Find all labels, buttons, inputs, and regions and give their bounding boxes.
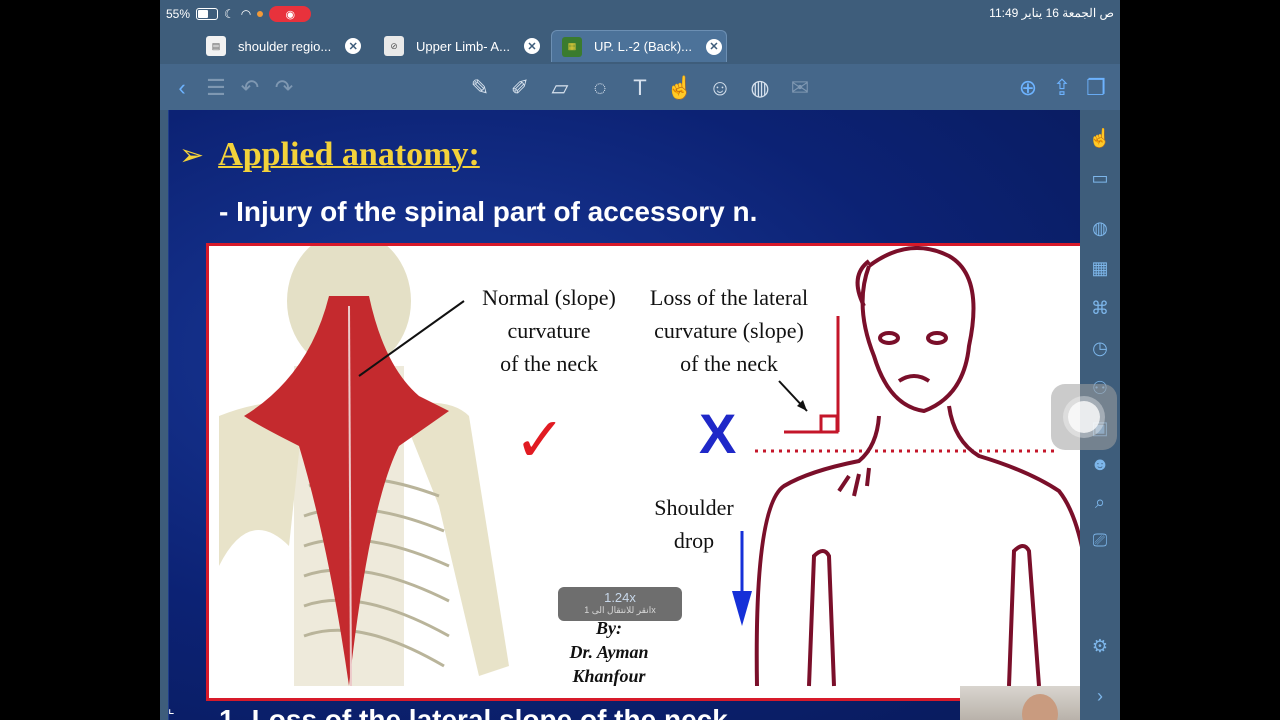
redo-icon[interactable]: ↷ — [270, 74, 298, 102]
screen-recording-indicator[interactable]: ◉ — [269, 6, 312, 22]
wifi-icon: ◠ — [240, 7, 252, 21]
shoulder-drop-label: Shoulder drop — [654, 495, 734, 553]
slide-canvas[interactable]: ➢ Applied anatomy: - Injury of the spina… — [168, 110, 1081, 720]
webcam-overlay — [960, 686, 1080, 720]
tab-up-l2-back[interactable]: ▦ UP. L.-2 (Back)... ✕ — [551, 30, 727, 62]
anatomy-figure: ✓ X Normal (slope) curvature of the neck… — [206, 243, 1081, 701]
assistive-touch-button[interactable] — [1051, 384, 1117, 450]
zoom-indicator[interactable]: 1.24x انقر للانتقال الى 1x — [558, 587, 682, 621]
presenter-face — [1022, 694, 1058, 720]
robot-icon[interactable]: ☻ — [1088, 452, 1112, 476]
chevron-right-icon[interactable]: › — [1088, 684, 1112, 708]
calculator-icon[interactable]: ▦ — [1088, 256, 1112, 280]
moon-icon: ☾ — [224, 7, 235, 21]
bookmark-icon[interactable]: ⌘ — [1088, 296, 1112, 320]
privacy-dot-icon — [257, 11, 264, 17]
settings-icon[interactable]: ⚙ — [1088, 634, 1112, 658]
lasso-icon[interactable]: ◌ — [586, 74, 614, 102]
timer-icon[interactable]: ◷ — [1088, 336, 1112, 360]
microphone-icon[interactable]: ◍ — [1088, 216, 1112, 240]
tab-title: UP. L.-2 (Back)... — [594, 39, 693, 54]
share-icon[interactable]: ⇪ — [1048, 74, 1076, 102]
presentation-icon[interactable]: ⎚ — [1088, 528, 1112, 552]
assistive-touch-icon — [1068, 401, 1100, 433]
ipad-screen: 55% ☾ ◠ ◉ 11:49 ص الجمعة 16 يناير ▤ shou… — [160, 0, 1120, 720]
clock-date: 11:49 ص الجمعة 16 يناير — [989, 6, 1114, 20]
microphone-icon[interactable]: ◍ — [746, 74, 774, 102]
bullet-arrow-icon: ➢ — [179, 138, 205, 172]
search-icon[interactable]: ⌕ — [1088, 490, 1112, 514]
x-mark-icon: X — [699, 402, 736, 465]
tab-title: shoulder regio... — [238, 38, 332, 54]
status-bar: 55% ☾ ◠ ◉ 11:49 ص الجمعة 16 يناير — [160, 0, 1120, 28]
document-thumbnail-icon: ⊘ — [384, 36, 404, 56]
slide-heading: ➢ Applied anatomy: — [179, 136, 480, 173]
tab-shoulder-region[interactable]: ▤ shoulder regio... ✕ — [206, 30, 362, 62]
menu-icon[interactable]: ☰ — [202, 74, 230, 102]
tab-bar: ▤ shoulder regio... ✕ ⊘ Upper Limb- A...… — [160, 28, 1120, 86]
ruler-icon[interactable]: ▭ — [1088, 166, 1112, 190]
close-tab-button[interactable]: ✕ — [345, 38, 362, 54]
battery-percent: 55% — [166, 7, 191, 21]
back-icon[interactable]: ‹ — [168, 74, 196, 102]
pencil-hover-icon: ⌞ — [168, 700, 175, 716]
hand-icon[interactable]: ☝ — [666, 74, 694, 102]
slide-bottom-text: 1- Loss of the lateral slope of the neck — [219, 704, 728, 720]
hand-icon[interactable]: ☝ — [1088, 126, 1112, 150]
battery-icon — [196, 8, 219, 20]
close-tab-button[interactable]: ✕ — [523, 38, 540, 54]
record-icon: ◉ — [285, 8, 296, 21]
toolbar: ‹ ☰ ↶ ↷ ✎ ✐ ▱ ◌ T ☝ ☺ ◍ ✉ ⊕ ⇪ ❐ — [160, 64, 1120, 110]
loss-curvature-label: Loss of the lateral curvature (slope) of… — [649, 285, 809, 376]
normal-curvature-label: Normal (slope) curvature of the neck — [482, 285, 616, 376]
tab-upper-limb[interactable]: ⊘ Upper Limb- A... ✕ — [384, 30, 540, 62]
tab-title: Upper Limb- A... — [416, 38, 510, 54]
eraser-icon[interactable]: ▱ — [546, 74, 574, 102]
document-thumbnail-icon: ▦ — [562, 36, 582, 57]
comment-icon[interactable]: ✉ — [786, 74, 814, 102]
sticker-icon[interactable]: ☺ — [706, 74, 734, 102]
add-icon[interactable]: ⊕ — [1014, 74, 1042, 102]
highlighter-icon[interactable]: ✐ — [506, 74, 534, 102]
undo-icon[interactable]: ↶ — [236, 74, 264, 102]
check-mark-icon: ✓ — [514, 403, 566, 476]
slide-subheading: - Injury of the spinal part of accessory… — [219, 196, 758, 227]
document-thumbnail-icon: ▤ — [206, 36, 226, 56]
credit-block: By: Dr. Ayman Khanfour — [569, 618, 649, 686]
pages-icon[interactable]: ❐ — [1082, 74, 1110, 102]
close-tab-button[interactable]: ✕ — [706, 38, 723, 55]
pen-icon[interactable]: ✎ — [466, 74, 494, 102]
text-icon[interactable]: T — [626, 74, 654, 102]
